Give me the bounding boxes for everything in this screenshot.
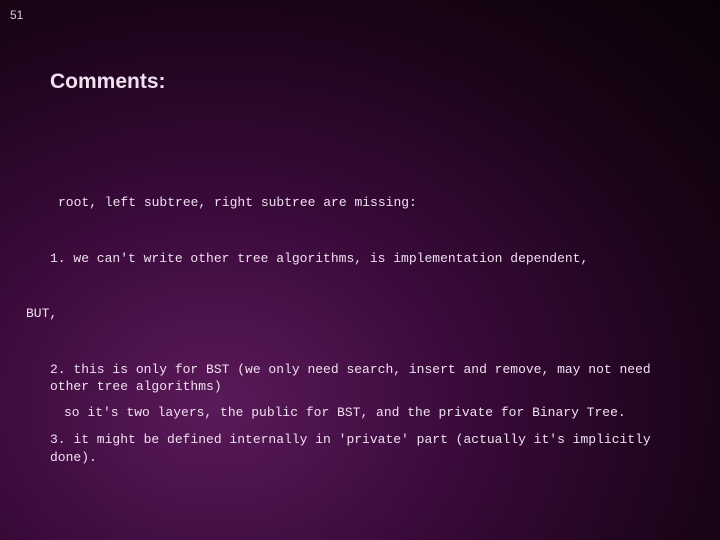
text-point2: 2. this is only for BST (we only need se… (50, 361, 670, 396)
slide-heading: Comments: (50, 70, 670, 94)
slide-content: Comments: root, left subtree, right subt… (0, 0, 720, 486)
text-point3: 3. it might be defined internally in 'pr… (50, 431, 670, 466)
text-so: so it's two layers, the public for BST, … (64, 404, 670, 422)
slide-number: 51 (10, 8, 23, 22)
text-missing: root, left subtree, right subtree are mi… (58, 194, 670, 212)
text-point1: 1. we can't write other tree algorithms,… (50, 250, 670, 268)
text-but: BUT, (26, 305, 670, 323)
